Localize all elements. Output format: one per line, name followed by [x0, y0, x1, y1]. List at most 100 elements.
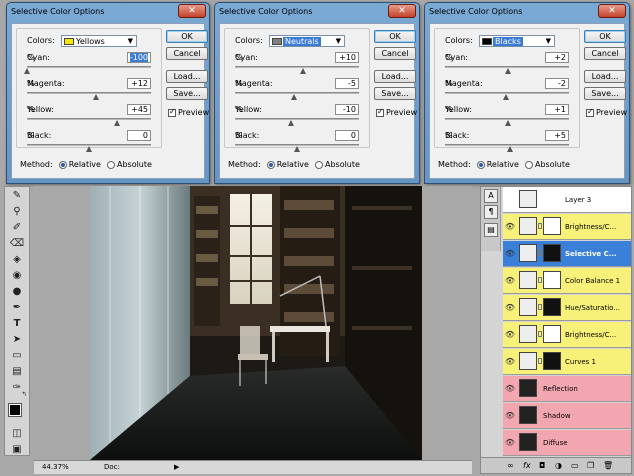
blur-icon[interactable]: ◉: [8, 269, 26, 283]
group-folder-icon[interactable]: ▭: [571, 458, 579, 473]
load-button[interactable]: Load...: [374, 70, 416, 83]
character-panel-icon[interactable]: A: [484, 189, 498, 203]
slider-thumb[interactable]: [507, 146, 514, 152]
slider-value-field[interactable]: -5: [335, 78, 359, 89]
slider-value-field[interactable]: 0: [335, 130, 359, 141]
relative-radio[interactable]: [58, 160, 67, 169]
preview-checkbox[interactable]: Preview: [376, 107, 417, 117]
colors-select[interactable]: Blacks ▼: [479, 35, 555, 47]
cancel-button[interactable]: Cancel: [584, 47, 626, 60]
colors-select[interactable]: Neutrals ▼: [269, 35, 345, 47]
layer-comps-icon[interactable]: ▤: [484, 223, 498, 237]
layer-row[interactable]: 👁 Color Balance 1: [503, 268, 631, 294]
slider-value-field[interactable]: +12: [127, 78, 151, 89]
new-layer-icon[interactable]: ❐: [587, 458, 594, 473]
shape-icon[interactable]: ▭: [8, 349, 26, 363]
layer-row[interactable]: 👁 Diffuse: [503, 430, 631, 456]
slider-value-field[interactable]: -10: [335, 104, 359, 115]
load-button[interactable]: Load...: [584, 70, 626, 83]
notes-icon[interactable]: ▤: [8, 365, 26, 379]
ok-button[interactable]: OK: [584, 30, 626, 43]
save-button[interactable]: Save...: [584, 87, 626, 100]
slider-track[interactable]: [27, 66, 151, 68]
absolute-radio[interactable]: [524, 160, 533, 169]
slider-track[interactable]: [27, 118, 151, 120]
screen-mode-icon[interactable]: ▣: [8, 443, 26, 457]
pen-icon[interactable]: ✒: [8, 301, 26, 315]
eye-icon[interactable]: 👁: [503, 376, 517, 402]
layer-row[interactable]: 👁 Selective C...: [503, 241, 631, 267]
layer-row[interactable]: 👁 Shadow: [503, 403, 631, 429]
eye-icon[interactable]: 👁: [503, 214, 517, 240]
slider-value-field[interactable]: +10: [335, 52, 359, 63]
clone-stamp-icon[interactable]: ⚲: [8, 205, 26, 219]
paragraph-panel-icon[interactable]: ¶: [484, 205, 498, 219]
layer-row[interactable]: 👁 Brightness/C...: [503, 322, 631, 348]
layer-row[interactable]: 👁 Curves 1: [503, 349, 631, 375]
layer-row[interactable]: Layer 3: [503, 187, 631, 213]
load-button[interactable]: Load...: [166, 70, 208, 83]
slider-thumb[interactable]: [502, 94, 509, 100]
chain-link-icon[interactable]: [538, 358, 542, 364]
eye-icon[interactable]: 👁: [503, 241, 517, 267]
chain-link-icon[interactable]: [538, 304, 542, 310]
preview-checkbox[interactable]: Preview: [168, 107, 209, 117]
cancel-button[interactable]: Cancel: [374, 47, 416, 60]
slider-thumb[interactable]: [24, 68, 30, 74]
eye-icon[interactable]: 👁: [503, 349, 517, 375]
eraser-icon[interactable]: ⌫: [8, 237, 26, 251]
slider-value-field[interactable]: +2: [545, 52, 569, 63]
slider-value-field[interactable]: +5: [545, 130, 569, 141]
slider-thumb[interactable]: [300, 68, 307, 74]
absolute-radio[interactable]: [106, 160, 115, 169]
dodge-icon[interactable]: ●: [8, 285, 26, 299]
eye-icon[interactable]: 👁: [503, 268, 517, 294]
foreground-color-swatch[interactable]: [8, 403, 22, 417]
slider-thumb[interactable]: [287, 120, 294, 126]
slider-thumb[interactable]: [505, 68, 512, 74]
ok-button[interactable]: OK: [166, 30, 208, 43]
slider-thumb[interactable]: [504, 120, 511, 126]
slider-thumb[interactable]: [113, 120, 120, 126]
chain-link-icon[interactable]: [538, 277, 542, 283]
eye-icon[interactable]: 👁: [503, 403, 517, 429]
slider-value-field[interactable]: -100: [127, 52, 151, 63]
relative-radio[interactable]: [266, 160, 275, 169]
status-menu-arrow-icon[interactable]: ▶: [174, 461, 179, 474]
eye-icon[interactable]: 👁: [503, 295, 517, 321]
slider-value-field[interactable]: +45: [127, 104, 151, 115]
swap-colors-icon[interactable]: ↰: [15, 388, 33, 402]
slider-value-field[interactable]: +1: [545, 104, 569, 115]
ok-button[interactable]: OK: [374, 30, 416, 43]
delete-layer-icon[interactable]: 🗑: [603, 458, 613, 473]
history-brush-icon[interactable]: ✐: [8, 221, 26, 235]
close-icon[interactable]: ✕: [388, 4, 416, 18]
slider-track[interactable]: [235, 118, 359, 120]
slider-value-field[interactable]: -2: [545, 78, 569, 89]
close-icon[interactable]: ✕: [178, 4, 206, 18]
layer-style-icon[interactable]: fx: [523, 458, 531, 473]
chain-link-icon[interactable]: [538, 223, 542, 229]
slider-track[interactable]: [27, 92, 151, 94]
slider-thumb[interactable]: [290, 94, 297, 100]
slider-thumb[interactable]: [294, 146, 300, 152]
layer-row[interactable]: 👁 Brightness/C...: [503, 214, 631, 240]
cancel-button[interactable]: Cancel: [166, 47, 208, 60]
slider-track[interactable]: [235, 66, 359, 68]
slider-value-field[interactable]: 0: [127, 130, 151, 141]
close-icon[interactable]: ✕: [598, 4, 626, 18]
quick-mask-icon[interactable]: ◫: [8, 427, 26, 441]
chain-link-icon[interactable]: [538, 331, 542, 337]
layer-mask-icon[interactable]: ◘: [539, 458, 545, 473]
document-image[interactable]: [90, 186, 422, 460]
path-select-icon[interactable]: ➤: [8, 333, 26, 347]
paint-bucket-icon[interactable]: ◈: [8, 253, 26, 267]
save-button[interactable]: Save...: [166, 87, 208, 100]
save-button[interactable]: Save...: [374, 87, 416, 100]
absolute-radio[interactable]: [314, 160, 323, 169]
slider-thumb[interactable]: [93, 94, 100, 100]
preview-checkbox[interactable]: Preview: [586, 107, 627, 117]
slider-thumb[interactable]: [86, 146, 92, 152]
chain-link-icon[interactable]: [538, 250, 542, 256]
layer-row[interactable]: 👁 Reflection: [503, 376, 631, 402]
